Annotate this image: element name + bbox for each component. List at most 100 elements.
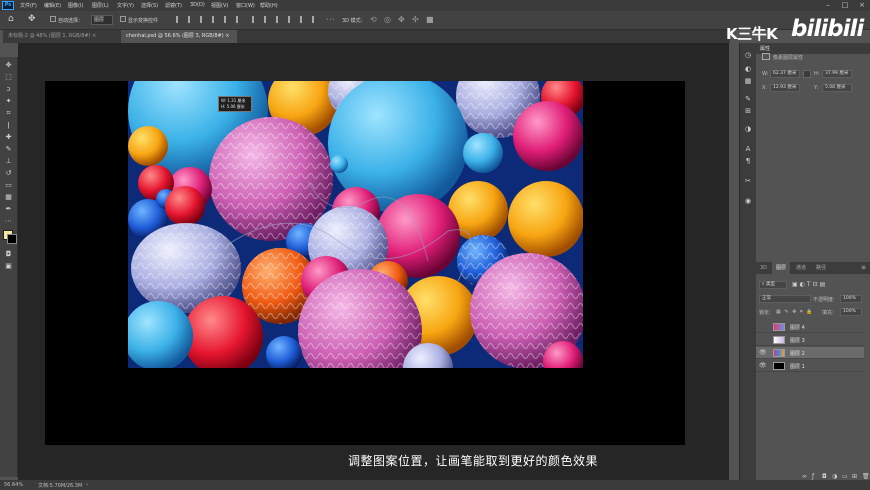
layer-4-name[interactable]: 图层 4 — [790, 324, 805, 331]
tools-preset-icon[interactable]: ✂ — [744, 177, 752, 185]
zoom-level[interactable]: 56.64% — [4, 482, 23, 488]
distribute-3-icon[interactable] — [276, 16, 283, 23]
auto-select-dropdown[interactable]: 图层 — [91, 15, 113, 25]
eye-icon[interactable]: 👁 — [759, 363, 767, 369]
tab-untitled-2[interactable]: 未标题-2 @ 48% (图层 1, RGB/8#) × — [3, 30, 119, 43]
eyedropper-icon[interactable]: ǀ — [4, 121, 13, 130]
menu-view[interactable]: 视图(V) — [211, 2, 228, 9]
brush-panel-icon[interactable]: ✎ — [744, 95, 752, 103]
distribute-5-icon[interactable] — [300, 16, 307, 23]
menu-image[interactable]: 图像(I) — [68, 2, 83, 9]
menu-filter[interactable]: 滤镜(T) — [165, 2, 182, 9]
balls-image[interactable] — [128, 81, 583, 368]
visibility-toggle-off[interactable] — [759, 337, 765, 343]
3d-drag-icon[interactable]: ✥ — [398, 15, 405, 24]
align-right-icon[interactable] — [200, 16, 207, 23]
gradient-tool-icon[interactable]: ▦ — [4, 193, 13, 202]
status-arrow-icon[interactable]: › — [86, 482, 88, 488]
marquee-tool-icon[interactable]: ⬚ — [4, 73, 13, 82]
y-input[interactable]: 5.08 厘米 — [822, 84, 852, 92]
3d-panel-icon[interactable]: ◉ — [744, 197, 752, 205]
healing-brush-icon[interactable]: ✚ — [4, 133, 13, 142]
move-tool-icon[interactable]: ✥ — [28, 14, 36, 24]
align-center-icon[interactable] — [188, 16, 195, 23]
menu-edit[interactable]: 编辑(E) — [44, 2, 61, 9]
visibility-toggle-off[interactable] — [759, 324, 765, 330]
menu-layer[interactable]: 图层(L) — [92, 2, 109, 9]
3d-roll-icon[interactable]: ◎ — [384, 15, 391, 24]
w-input[interactable]: 62.37 厘米 — [770, 70, 800, 78]
document-info[interactable]: 文档:5.70M/26.3M — [38, 482, 82, 489]
brush-tool-icon[interactable]: ✎ — [4, 145, 13, 154]
menu-help[interactable]: 帮助(H) — [260, 2, 278, 9]
3d-rotate-icon[interactable]: ⟲ — [370, 15, 377, 24]
menu-select[interactable]: 选择(S) — [141, 2, 158, 9]
paragraph-panel-icon[interactable]: ¶ — [744, 157, 752, 165]
minimize-icon[interactable]: – — [824, 1, 832, 9]
3d-scale-icon[interactable]: ■ — [426, 15, 434, 24]
layer-1-name[interactable]: 图层 1 — [790, 363, 805, 370]
link-icon[interactable] — [803, 70, 811, 78]
tab-3d[interactable]: 3D — [756, 262, 771, 274]
move-tool-icon[interactable]: ✥ — [4, 61, 13, 70]
lasso-tool-icon[interactable]: ↄ — [4, 85, 13, 94]
layer-row-2[interactable]: 👁 图层 2 — [756, 347, 864, 359]
eraser-icon[interactable]: ▭ — [4, 181, 13, 190]
maximize-icon[interactable]: □ — [841, 1, 849, 9]
home-icon[interactable]: ⌂ — [8, 14, 14, 24]
distribute-4-icon[interactable] — [288, 16, 295, 23]
show-transform-checkbox[interactable] — [120, 16, 126, 22]
align-left-icon[interactable] — [176, 16, 183, 23]
brush-settings-icon[interactable]: ⊞ — [744, 107, 752, 115]
video-subtitle: 调整图案位置，让画笔能取到更好的颜色效果 — [348, 454, 599, 468]
more-tools-icon[interactable]: ⋯ — [4, 217, 13, 226]
blend-mode-select[interactable]: 正常 — [759, 295, 811, 303]
screen-mode-icon[interactable]: ▣ — [4, 262, 13, 271]
align-top-icon[interactable] — [212, 16, 219, 23]
swatches-panel-icon[interactable]: ▦ — [744, 77, 752, 85]
layer-row-4[interactable]: 图层 4 — [756, 321, 864, 333]
x-input[interactable]: 12.93 厘米 — [770, 84, 800, 92]
magic-wand-icon[interactable]: ✦ — [4, 97, 13, 106]
layer-2-name[interactable]: 图层 2 — [790, 350, 805, 357]
history-brush-icon[interactable]: ↺ — [4, 169, 13, 178]
close-icon[interactable]: × — [858, 1, 866, 9]
3d-slide-icon[interactable]: ✣ — [412, 15, 419, 24]
panel-menu-icon[interactable]: ≡ — [861, 264, 866, 271]
layer-3-name[interactable]: 图层 3 — [790, 337, 805, 344]
quick-mask-icon[interactable]: ◘ — [4, 250, 13, 259]
more-options-icon[interactable]: ••• — [326, 17, 335, 23]
filter-icons[interactable]: ▣◐T⊡▤ — [792, 281, 827, 288]
tab-layers[interactable]: 图层 — [772, 262, 791, 274]
h-input[interactable]: 37.99 厘米 — [822, 70, 852, 78]
align-bottom-icon[interactable] — [236, 16, 243, 23]
align-middle-icon[interactable] — [224, 16, 231, 23]
distribute-6-icon[interactable] — [312, 16, 319, 23]
photoshop-logo-icon[interactable]: Ps — [2, 1, 14, 10]
fill-input[interactable]: 100% — [840, 308, 862, 316]
menu-file[interactable]: 文件(F) — [20, 2, 37, 9]
tab-chenhai-psd[interactable]: chenhai.psd @ 56.6% (图层 3, RGB/8#) × — [121, 30, 237, 43]
tab-paths[interactable]: 路径 — [812, 262, 830, 274]
distribute-1-icon[interactable] — [252, 16, 259, 23]
adjustments-panel-icon[interactable]: ◑ — [744, 125, 752, 133]
layer-row-1[interactable]: 👁 图层 1 — [756, 360, 864, 372]
layer-row-3[interactable]: 图层 3 — [756, 334, 864, 346]
menu-type[interactable]: 文字(Y) — [117, 2, 134, 9]
opacity-input[interactable]: 100% — [840, 295, 862, 303]
menu-window[interactable]: 窗口(W) — [236, 2, 255, 9]
distribute-2-icon[interactable] — [264, 16, 271, 23]
layer-filter-select[interactable]: ⌕ 类型 — [759, 281, 787, 289]
pen-tool-icon[interactable]: ✒ — [4, 205, 13, 214]
background-color-swatch[interactable] — [7, 234, 17, 244]
color-panel-icon[interactable]: ◐ — [744, 65, 752, 73]
character-panel-icon[interactable]: A — [744, 145, 752, 153]
lock-icons[interactable]: ▦ ✎ ✥ ⌗ 🔒 — [776, 309, 814, 315]
tab-channels[interactable]: 通道 — [792, 262, 810, 274]
menu-3d[interactable]: 3D(D) — [190, 2, 205, 8]
history-panel-icon[interactable]: ◷ — [744, 51, 752, 59]
auto-select-checkbox[interactable] — [50, 16, 56, 22]
stamp-tool-icon[interactable]: ⊥ — [4, 157, 13, 166]
eye-icon[interactable]: 👁 — [759, 350, 767, 356]
crop-tool-icon[interactable]: ⌗ — [4, 109, 13, 118]
